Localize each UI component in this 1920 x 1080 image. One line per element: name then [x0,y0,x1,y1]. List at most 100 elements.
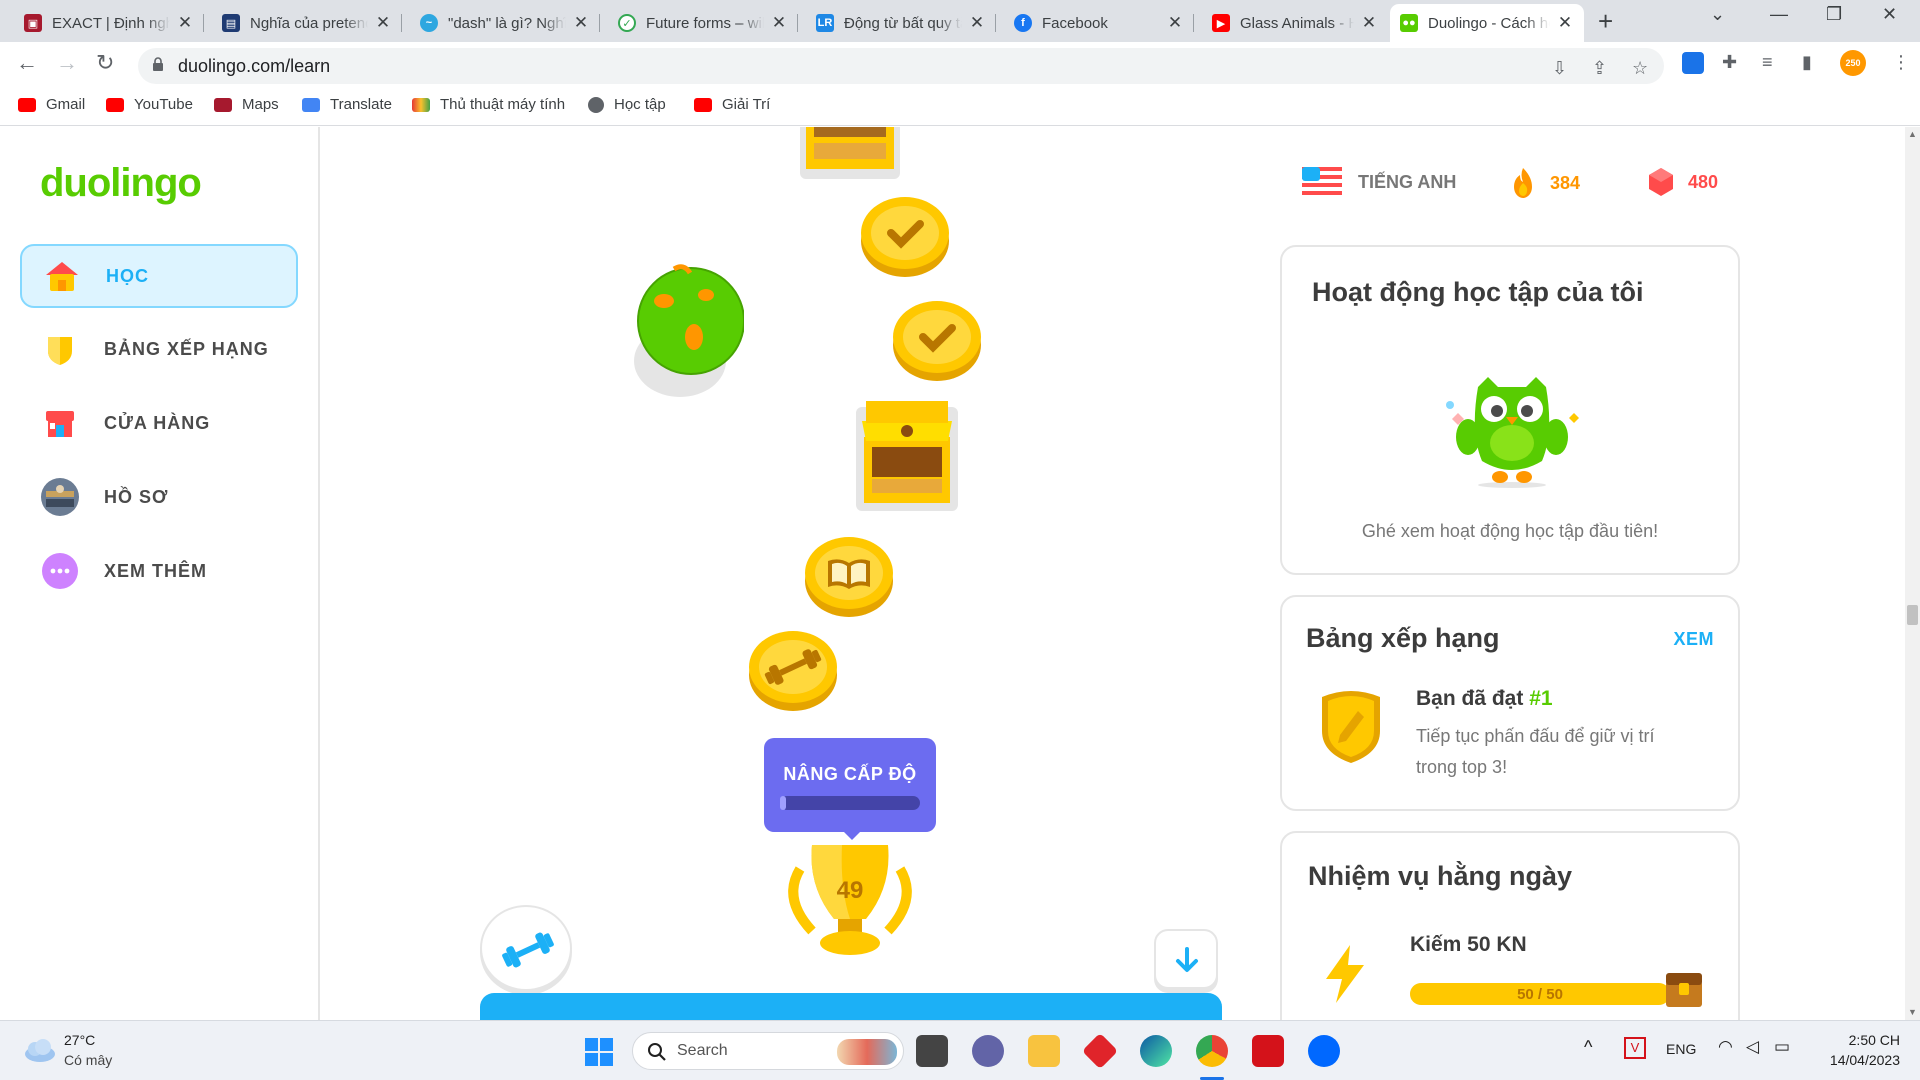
duolingo-logo[interactable]: duolingo [40,161,202,206]
tab-duolingo[interactable]: ●● Duolingo - Cách học ✕ [1390,4,1584,42]
tray-app-v-icon[interactable]: V [1624,1037,1646,1059]
reload-icon[interactable]: ↻ [96,50,114,76]
bookmark-star-icon[interactable]: ☆ [1632,58,1648,79]
practice-dumbbell-lesson-icon[interactable] [748,629,838,711]
home-icon [46,262,78,291]
install-app-icon[interactable]: ⇩ [1552,58,1567,79]
bookmark-tips[interactable]: Thủ thuật máy tính [412,96,565,113]
extensions-puzzle-icon[interactable]: ✚ [1722,52,1737,73]
bookmark-maps[interactable]: Maps [214,96,279,113]
acrobat-reader-icon[interactable] [1252,1035,1284,1067]
sidebar-item-leaderboard[interactable]: BẢNG XẾP HẠNG [20,317,298,381]
file-explorer-icon[interactable] [1028,1035,1060,1067]
bookmark-gmail[interactable]: Gmail [18,96,85,113]
weather-desc[interactable]: Có mây [64,1052,112,1068]
streak-counter[interactable]: 384 [1510,167,1580,199]
tab-facebook[interactable]: f Facebook ✕ [1004,4,1194,42]
forward-arrow-icon[interactable]: → [56,50,78,76]
new-tab-button[interactable]: + [1598,6,1613,37]
scroll-up-arrow-icon[interactable]: ▲ [1908,129,1917,139]
youtube-icon [106,97,124,112]
language-selector[interactable]: TIẾNG ANH [1302,167,1456,197]
input-language[interactable]: ENG [1666,1041,1696,1057]
sidebar-item-label: HỌC [106,265,149,286]
sidebar-item-learn[interactable]: HỌC [20,244,298,308]
sidebar-item-more[interactable]: XEM THÊM [20,539,298,603]
windows-start-icon[interactable] [584,1037,614,1067]
level-up-label: NÂNG CẤP ĐỘ [783,764,917,784]
bookmark-entertainment[interactable]: Giải Trí [694,96,770,113]
weather-temp[interactable]: 27°C [64,1032,95,1048]
bookmark-youtube[interactable]: YouTube [106,96,193,113]
zalo-icon[interactable] [1308,1035,1340,1067]
tab-future-forms[interactable]: ✓ Future forms – will ✕ [608,4,798,42]
leaderboard-view-link[interactable]: XEM [1673,629,1714,650]
windows-taskbar: 27°C Có mây Search ^ V ENG ◠ ◁ ▭ 2:50 CH… [0,1020,1920,1080]
address-bar[interactable]: duolingo.com/learn ⇩ ⇪ ☆ [138,48,1664,84]
completed-lesson-check-icon[interactable] [892,299,982,381]
bookmark-translate[interactable]: Translate [302,96,392,113]
tab-pretend[interactable]: ▤ Nghĩa của pretend ✕ [212,4,402,42]
tab-close-icon[interactable]: ✕ [1556,13,1574,33]
rank-value: #1 [1529,687,1553,710]
sidebar-item-label: XEM THÊM [104,560,208,581]
tab-close-icon[interactable]: ✕ [770,13,788,33]
taskbar-search[interactable]: Search [632,1032,904,1070]
battery-icon[interactable]: ▭ [1774,1037,1790,1057]
volume-icon[interactable]: ◁ [1746,1037,1759,1057]
chrome-menu-icon[interactable]: ⋮ [1892,52,1910,73]
minimize-button[interactable]: — [1770,4,1788,25]
gems-counter[interactable]: 480 [1648,167,1718,197]
extension-drop-icon[interactable] [1682,52,1704,74]
screen: ▣ EXACT | Định nghĩa ✕ ▤ Nghĩa của prete… [0,0,1920,1080]
story-book-lesson-icon[interactable] [804,535,894,617]
anydesk-icon[interactable] [1081,1032,1119,1070]
tab-title: Future forms – will [646,14,764,32]
media-controls-icon[interactable]: ≡ [1762,52,1773,73]
tab-close-icon[interactable]: ✕ [374,13,392,33]
tab-close-icon[interactable]: ✕ [1166,13,1184,33]
clock-time[interactable]: 2:50 CH [1800,1032,1900,1048]
sidebar-item-shop[interactable]: CỬA HÀNG [20,391,298,455]
page-scrollbar[interactable]: ▲ ▼ [1905,127,1920,1020]
duolingo-favicon-icon: ●● [1400,14,1418,32]
level-up-tooltip[interactable]: NÂNG CẤP ĐỘ [764,738,936,840]
close-window-button[interactable]: ✕ [1882,4,1897,25]
edge-browser-icon[interactable] [1140,1035,1172,1067]
tab-title: EXACT | Định nghĩa [52,14,170,32]
practice-hub-button[interactable] [480,905,572,991]
level-up-progress-fill [780,796,786,810]
tab-dash[interactable]: ~ "dash" là gì? Nghĩa ✕ [410,4,600,42]
scroll-to-current-button[interactable] [1154,929,1218,989]
youtube-icon [18,97,36,112]
share-icon[interactable]: ⇪ [1592,58,1607,79]
tab-close-icon[interactable]: ✕ [968,13,986,33]
teams-chat-icon[interactable] [972,1035,1004,1067]
tab-close-icon[interactable]: ✕ [572,13,590,33]
sidebar: duolingo HỌC BẢNG XẾP HẠNG CỬA HÀNG HỒ S… [0,127,320,1020]
treasure-chest-icon[interactable] [800,127,900,179]
profile-avatar[interactable]: 250 [1840,50,1866,76]
wifi-icon[interactable]: ◠ [1718,1037,1733,1057]
treasure-chest-icon[interactable] [856,401,958,511]
back-arrow-icon[interactable]: ← [16,50,38,76]
sidebar-item-profile[interactable]: HỒ SƠ [20,465,298,529]
completed-lesson-check-icon[interactable] [860,195,950,277]
tab-close-icon[interactable]: ✕ [176,13,194,33]
tab-close-icon[interactable]: ✕ [1360,13,1378,33]
bookmark-label: Học tập [614,96,666,113]
clock-date[interactable]: 14/04/2023 [1800,1052,1900,1068]
restore-button[interactable]: ❐ [1826,4,1842,25]
lightning-bolt-icon [1326,945,1364,1003]
scrollbar-thumb[interactable] [1907,605,1918,625]
tab-exact[interactable]: ▣ EXACT | Định nghĩa ✕ [14,4,204,42]
chrome-taskbar-icon[interactable] [1196,1035,1228,1067]
scroll-down-arrow-icon[interactable]: ▼ [1908,1007,1917,1017]
side-panel-icon[interactable]: ▮ [1802,52,1812,73]
tab-search-chevron-icon[interactable]: ⌄ [1710,4,1725,25]
tray-chevron-up-icon[interactable]: ^ [1584,1037,1592,1058]
tab-glass-animals[interactable]: ▶ Glass Animals - Heat ✕ [1202,4,1388,42]
task-view-icon[interactable] [916,1035,948,1067]
bookmark-study[interactable]: Học tập [588,96,666,113]
tab-irregular-verbs[interactable]: LR Động từ bất quy tắc ✕ [806,4,996,42]
